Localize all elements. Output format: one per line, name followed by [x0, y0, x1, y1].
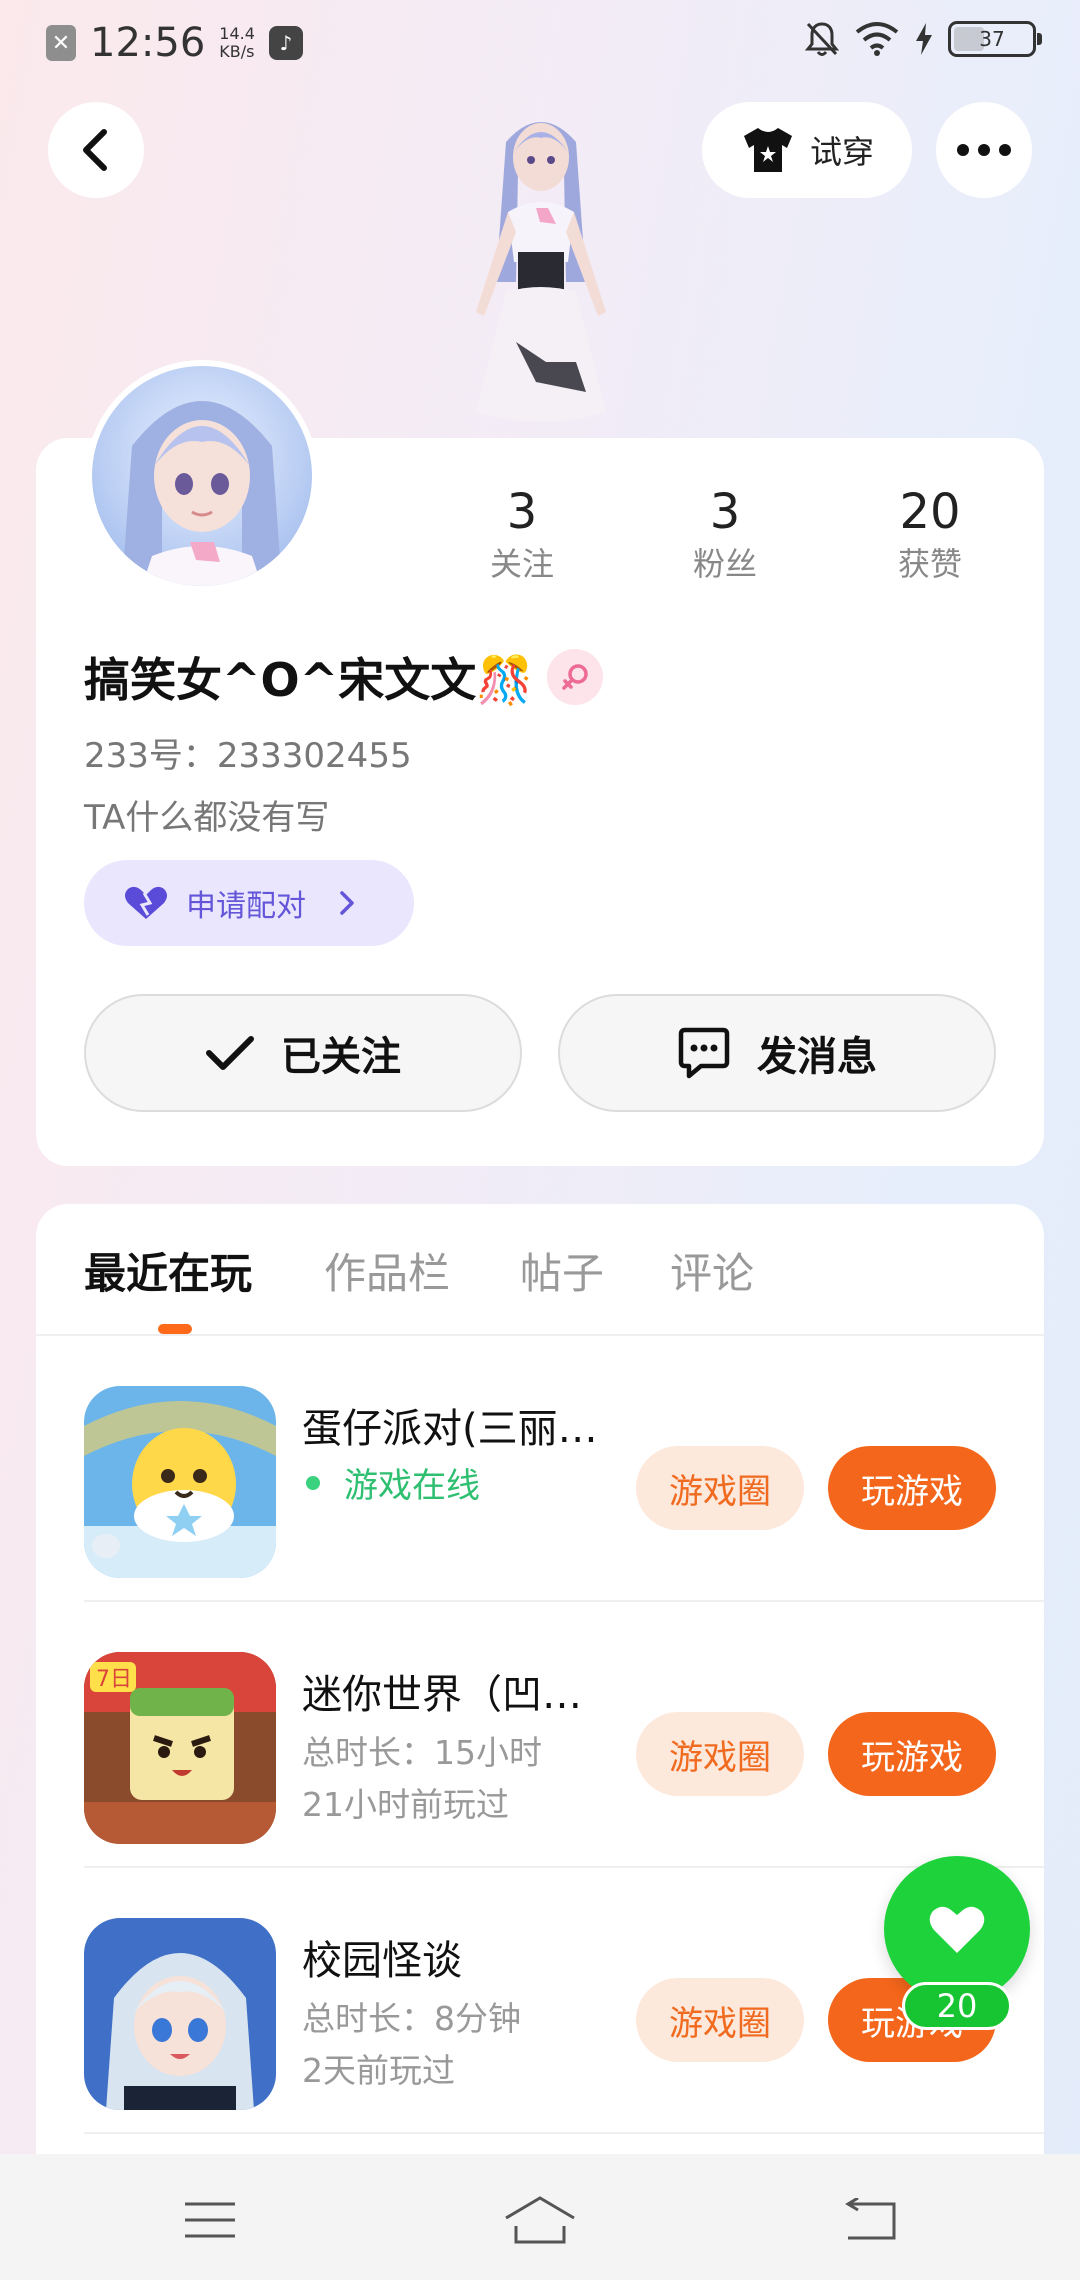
chevron-right-icon	[340, 891, 354, 915]
charging-icon	[916, 23, 932, 55]
home-nav-button[interactable]	[500, 2190, 580, 2250]
more-dots-icon	[957, 144, 1011, 156]
avatar[interactable]	[86, 360, 318, 592]
svg-text:7日: 7日	[96, 1667, 132, 1692]
game-title: 迷你世界（凹…	[302, 1672, 582, 1718]
battery-level: 37	[979, 27, 1005, 51]
battery-indicator: 37	[948, 21, 1042, 57]
menu-nav-button[interactable]	[170, 2190, 250, 2250]
game-last-played: 21小时前玩过	[302, 1785, 509, 1824]
play-game-button[interactable]: 玩游戏	[828, 1446, 996, 1530]
game-title: 校园怪谈	[302, 1938, 462, 1984]
notification-close-icon: ✕	[46, 25, 76, 61]
network-speed: 14.4 KB/s	[219, 25, 255, 61]
stat-followers[interactable]: 3 粉丝	[645, 482, 805, 586]
request-pair-button[interactable]: 申请配对	[84, 860, 414, 946]
send-message-button[interactable]: 发消息	[558, 994, 996, 1112]
tab-comments[interactable]: 评论	[670, 1240, 754, 1301]
wifi-icon	[855, 22, 899, 56]
like-floating-button[interactable]	[884, 1856, 1030, 2002]
game-icon-eggy-party[interactable]	[84, 1386, 276, 1578]
following-label: 已关注	[281, 1034, 401, 1080]
network-speed-unit: KB/s	[219, 42, 255, 61]
back-icon	[845, 2198, 896, 2240]
network-speed-value: 14.4	[219, 24, 255, 43]
stat-followers-value: 3	[709, 484, 741, 540]
play-game-button[interactable]: 玩游戏	[828, 1712, 996, 1796]
stat-following-label: 关注	[489, 545, 554, 583]
stat-likes-label: 获赞	[897, 545, 962, 583]
more-button[interactable]	[936, 102, 1032, 198]
game-title: 蛋仔派对(三丽…	[302, 1406, 598, 1452]
menu-icon	[185, 2202, 235, 2238]
try-on-label: 试穿	[809, 133, 874, 171]
stat-likes-value: 20	[899, 484, 961, 540]
user-name: 搞笑女^O^宋文文🎊	[84, 653, 534, 707]
game-online-label: 游戏在线	[344, 1466, 480, 1506]
status-bar: ✕ 12:56 14.4 KB/s ♪ 37	[0, 0, 1080, 84]
heart-icon	[929, 1906, 985, 1953]
bell-muted-icon	[804, 22, 840, 56]
profile-tabs: 最近在玩 作品栏 帖子 评论	[36, 1204, 1044, 1336]
request-pair-label: 申请配对	[186, 889, 306, 924]
system-nav-bar	[0, 2154, 1080, 2280]
female-icon	[547, 649, 604, 705]
chat-bubble-icon	[678, 1027, 730, 1079]
name-row: 搞笑女^O^宋文文🎊	[84, 644, 604, 710]
stat-likes[interactable]: 20 获赞	[850, 482, 1010, 586]
stat-following[interactable]: 3 关注	[442, 482, 602, 586]
status-time: 12:56	[90, 20, 206, 66]
check-icon	[206, 1036, 254, 1070]
stat-followers-label: 粉丝	[692, 545, 757, 583]
avatar-character	[476, 122, 606, 422]
try-on-button[interactable]: 试穿	[702, 102, 912, 198]
tiktok-icon: ♪	[268, 26, 303, 60]
avatar-image	[122, 401, 282, 586]
home-icon	[505, 2196, 575, 2244]
heart-icon	[125, 886, 167, 919]
following-button[interactable]: 已关注	[84, 994, 522, 1112]
game-online-status: 游戏在线	[302, 1458, 480, 1507]
game-circle-button[interactable]: 游戏圈	[636, 1978, 804, 2062]
game-icon-campus-ghost-story[interactable]	[84, 1918, 276, 2110]
user-id: 233号：233302455	[84, 736, 412, 776]
tab-works[interactable]: 作品栏	[324, 1240, 450, 1301]
row-divider	[84, 2132, 1044, 2134]
tab-active-indicator	[158, 1324, 192, 1334]
send-message-label: 发消息	[757, 1034, 877, 1080]
game-icon-mini-world[interactable]: 7日	[84, 1652, 276, 1844]
game-last-played: 2天前玩过	[302, 2051, 455, 2090]
back-nav-button[interactable]	[830, 2190, 910, 2250]
game-duration: 总时长：15小时	[302, 1733, 542, 1772]
game-duration: 总时长：8分钟	[302, 1999, 521, 2038]
tshirt-icon	[743, 128, 792, 172]
tab-recently-played[interactable]: 最近在玩	[84, 1240, 252, 1301]
online-dot-icon	[306, 1475, 320, 1490]
recent-games-card: 最近在玩 作品栏 帖子 评论 蛋仔派对(三丽… 游戏在线 游戏圈 玩游戏 7日 …	[36, 1204, 1044, 2280]
game-row[interactable]: 7日 迷你世界（凹… 总时长：15小时 21小时前玩过 游戏圈 玩游戏	[36, 1602, 1044, 1868]
user-bio: TA什么都没有写	[84, 798, 330, 838]
game-circle-button[interactable]: 游戏圈	[636, 1446, 804, 1530]
back-button[interactable]	[48, 102, 144, 198]
chevron-left-icon	[83, 129, 107, 171]
like-count-badge: 20	[902, 1982, 1012, 2030]
game-row[interactable]: 蛋仔派对(三丽… 游戏在线 游戏圈 玩游戏	[36, 1336, 1044, 1602]
game-circle-button[interactable]: 游戏圈	[636, 1712, 804, 1796]
stat-following-value: 3	[506, 484, 538, 540]
tab-posts[interactable]: 帖子	[520, 1240, 604, 1301]
